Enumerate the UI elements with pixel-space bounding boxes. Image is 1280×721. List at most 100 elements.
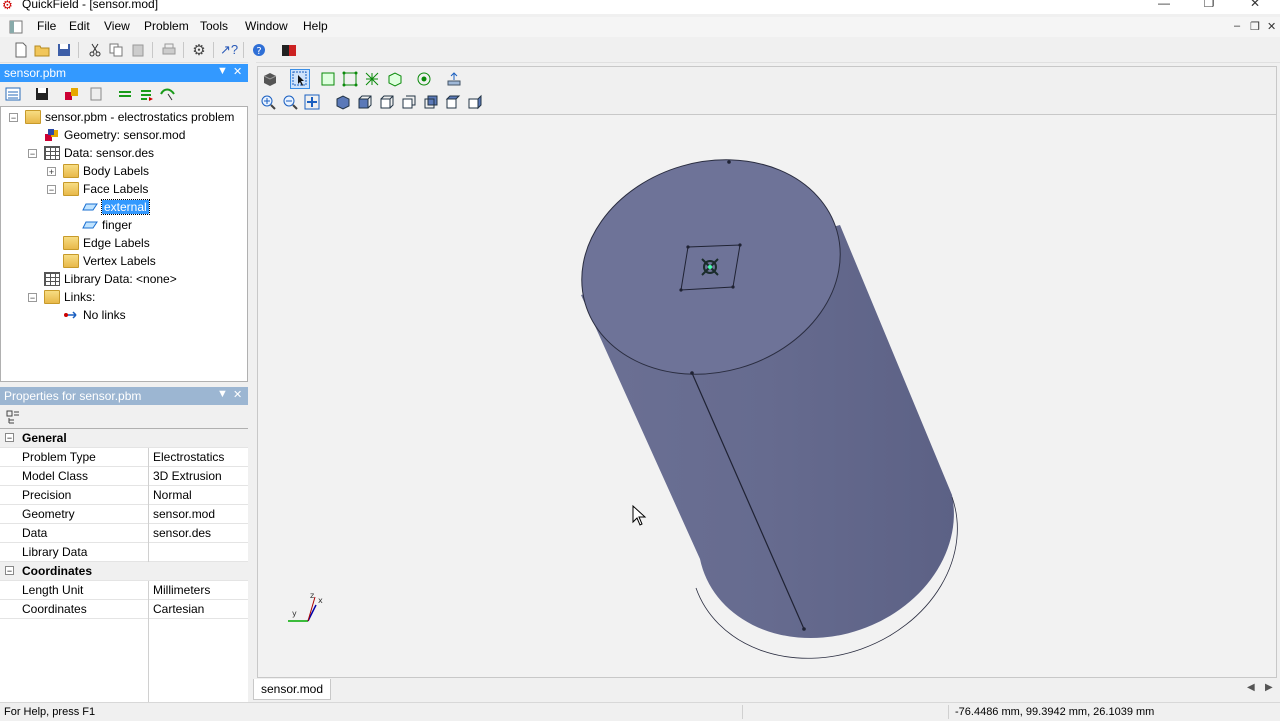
tree-expand-icon[interactable]: + <box>47 167 56 177</box>
tree-collapse-icon[interactable]: − <box>28 149 37 159</box>
close-icon[interactable]: ✕ <box>1235 0 1275 12</box>
property-value[interactable]: Millimeters <box>153 583 210 597</box>
paste-icon[interactable] <box>129 41 147 59</box>
mdi-restore-icon[interactable]: ❐ <box>1250 20 1260 33</box>
properties-view-icon[interactable] <box>4 85 22 103</box>
property-value[interactable]: Normal <box>153 488 192 502</box>
tree-node-face-finger[interactable]: finger <box>82 216 132 234</box>
restore-icon[interactable]: ❐ <box>1189 0 1229 12</box>
print-icon[interactable] <box>160 41 178 59</box>
help-icon[interactable]: ? <box>250 41 268 59</box>
property-row[interactable]: Problem Type Electrostatics <box>0 448 248 467</box>
menu-tools[interactable]: Tools <box>200 19 228 33</box>
panel-close-icon[interactable]: ✕ <box>233 388 242 401</box>
property-value[interactable]: 3D Extrusion <box>153 469 222 483</box>
property-value[interactable]: Cartesian <box>153 602 204 616</box>
cut-icon[interactable] <box>86 41 104 59</box>
tree-node-face-labels[interactable]: Face Labels <box>63 180 148 198</box>
tree-node-links[interactable]: Links: <box>44 288 95 306</box>
select-mode-icon[interactable] <box>290 69 310 89</box>
open-icon[interactable] <box>33 41 51 59</box>
view-iso-icon[interactable] <box>334 93 352 111</box>
vertex-point[interactable] <box>727 160 731 164</box>
copy-icon[interactable] <box>107 41 125 59</box>
tab-sensor-mod[interactable]: sensor.mod <box>253 679 332 700</box>
tab-scroll-right-icon[interactable]: ▶ <box>1265 682 1273 693</box>
tree-node-vertex-labels[interactable]: Vertex Labels <box>63 252 156 270</box>
view-top-icon[interactable] <box>444 93 462 111</box>
menu-view[interactable]: View <box>104 19 130 33</box>
view-right-icon[interactable] <box>422 93 440 111</box>
tree-node-root[interactable]: sensor.pbm - electrostatics problem <box>25 108 234 126</box>
tree-collapse-icon[interactable]: − <box>9 113 18 123</box>
property-row[interactable]: Precision Normal <box>0 486 248 505</box>
equations-icon[interactable] <box>116 85 134 103</box>
target-icon[interactable] <box>415 70 433 88</box>
model-icon[interactable] <box>63 85 81 103</box>
property-value[interactable]: sensor.mod <box>153 507 215 521</box>
tree-node-library-data[interactable]: Library Data: <none> <box>44 270 177 288</box>
property-row[interactable]: Library Data <box>0 543 248 562</box>
document-icon[interactable] <box>8 20 24 34</box>
select-edges-icon[interactable] <box>341 70 359 88</box>
tree-node-edge-labels[interactable]: Edge Labels <box>63 234 150 252</box>
view-back-icon[interactable] <box>378 93 396 111</box>
select-vertices-icon[interactable] <box>363 70 381 88</box>
tab-scroll-left-icon[interactable]: ◀ <box>1247 682 1255 693</box>
category-coordinates[interactable]: − Coordinates <box>0 562 248 581</box>
vertex-point[interactable] <box>690 371 694 375</box>
menu-window[interactable]: Window <box>245 19 288 33</box>
save-icon[interactable] <box>55 41 73 59</box>
solid-view-icon[interactable] <box>261 70 279 88</box>
view-bottom-icon[interactable] <box>466 93 484 111</box>
zoom-in-icon[interactable] <box>259 93 277 111</box>
menu-edit[interactable]: Edit <box>69 19 90 33</box>
panel-dropdown-icon[interactable]: ▼ <box>217 388 228 400</box>
category-general[interactable]: − General <box>0 429 248 448</box>
zoom-out-icon[interactable] <box>281 93 299 111</box>
tree-node-data[interactable]: Data: sensor.des <box>44 144 154 162</box>
tree-collapse-icon[interactable]: − <box>28 293 37 303</box>
zoom-fit-icon[interactable] <box>303 93 321 111</box>
select-bodies-icon[interactable] <box>386 70 404 88</box>
property-value[interactable]: sensor.des <box>153 526 211 540</box>
solve-icon[interactable] <box>138 85 156 103</box>
property-row[interactable]: Length Unit Millimeters <box>0 581 248 600</box>
gear-icon[interactable]: ⚙ <box>190 41 208 59</box>
page-setup-icon[interactable] <box>87 85 105 103</box>
cylinder-body[interactable] <box>556 130 958 659</box>
minimize-icon[interactable]: — <box>1144 0 1184 12</box>
select-faces-icon[interactable] <box>319 70 337 88</box>
tree-node-geometry[interactable]: Geometry: sensor.mod <box>44 126 185 144</box>
collapse-icon[interactable]: − <box>5 433 14 443</box>
panel-dropdown-icon[interactable]: ▼ <box>217 65 228 77</box>
model-canvas[interactable]: y x z <box>258 115 1277 678</box>
property-row[interactable]: Data sensor.des <box>0 524 248 543</box>
property-row[interactable]: Model Class 3D Extrusion <box>0 467 248 486</box>
menu-problem[interactable]: Problem <box>144 19 189 33</box>
categorized-icon[interactable] <box>4 408 22 426</box>
property-row[interactable]: Coordinates Cartesian <box>0 600 248 619</box>
extrude-icon[interactable] <box>445 70 463 88</box>
menu-help[interactable]: Help <box>303 19 328 33</box>
property-row[interactable]: Geometry sensor.mod <box>0 505 248 524</box>
new-icon[interactable] <box>12 41 30 59</box>
collapse-icon[interactable]: − <box>5 566 14 576</box>
view-front-icon[interactable] <box>356 93 374 111</box>
tree-collapse-icon[interactable]: − <box>47 185 56 195</box>
property-value[interactable]: Electrostatics <box>153 450 224 464</box>
mdi-minimize-icon[interactable]: – <box>1234 20 1240 32</box>
panel-close-icon[interactable]: ✕ <box>233 65 242 78</box>
book-icon[interactable] <box>280 41 298 59</box>
tree-node-no-links[interactable]: No links <box>63 306 126 324</box>
tree-node-face-external[interactable]: external <box>82 198 150 216</box>
vertex-point[interactable] <box>802 627 806 631</box>
menu-file[interactable]: File <box>37 19 56 33</box>
mdi-close-icon[interactable]: ✕ <box>1267 20 1276 33</box>
view-left-icon[interactable] <box>400 93 418 111</box>
tree-node-body-labels[interactable]: Body Labels <box>63 162 149 180</box>
analyze-results-icon[interactable] <box>159 85 177 103</box>
context-help-icon[interactable]: ↗? <box>220 41 238 59</box>
model-viewport[interactable]: y x z <box>257 114 1277 678</box>
panel-splitter[interactable] <box>248 62 256 702</box>
